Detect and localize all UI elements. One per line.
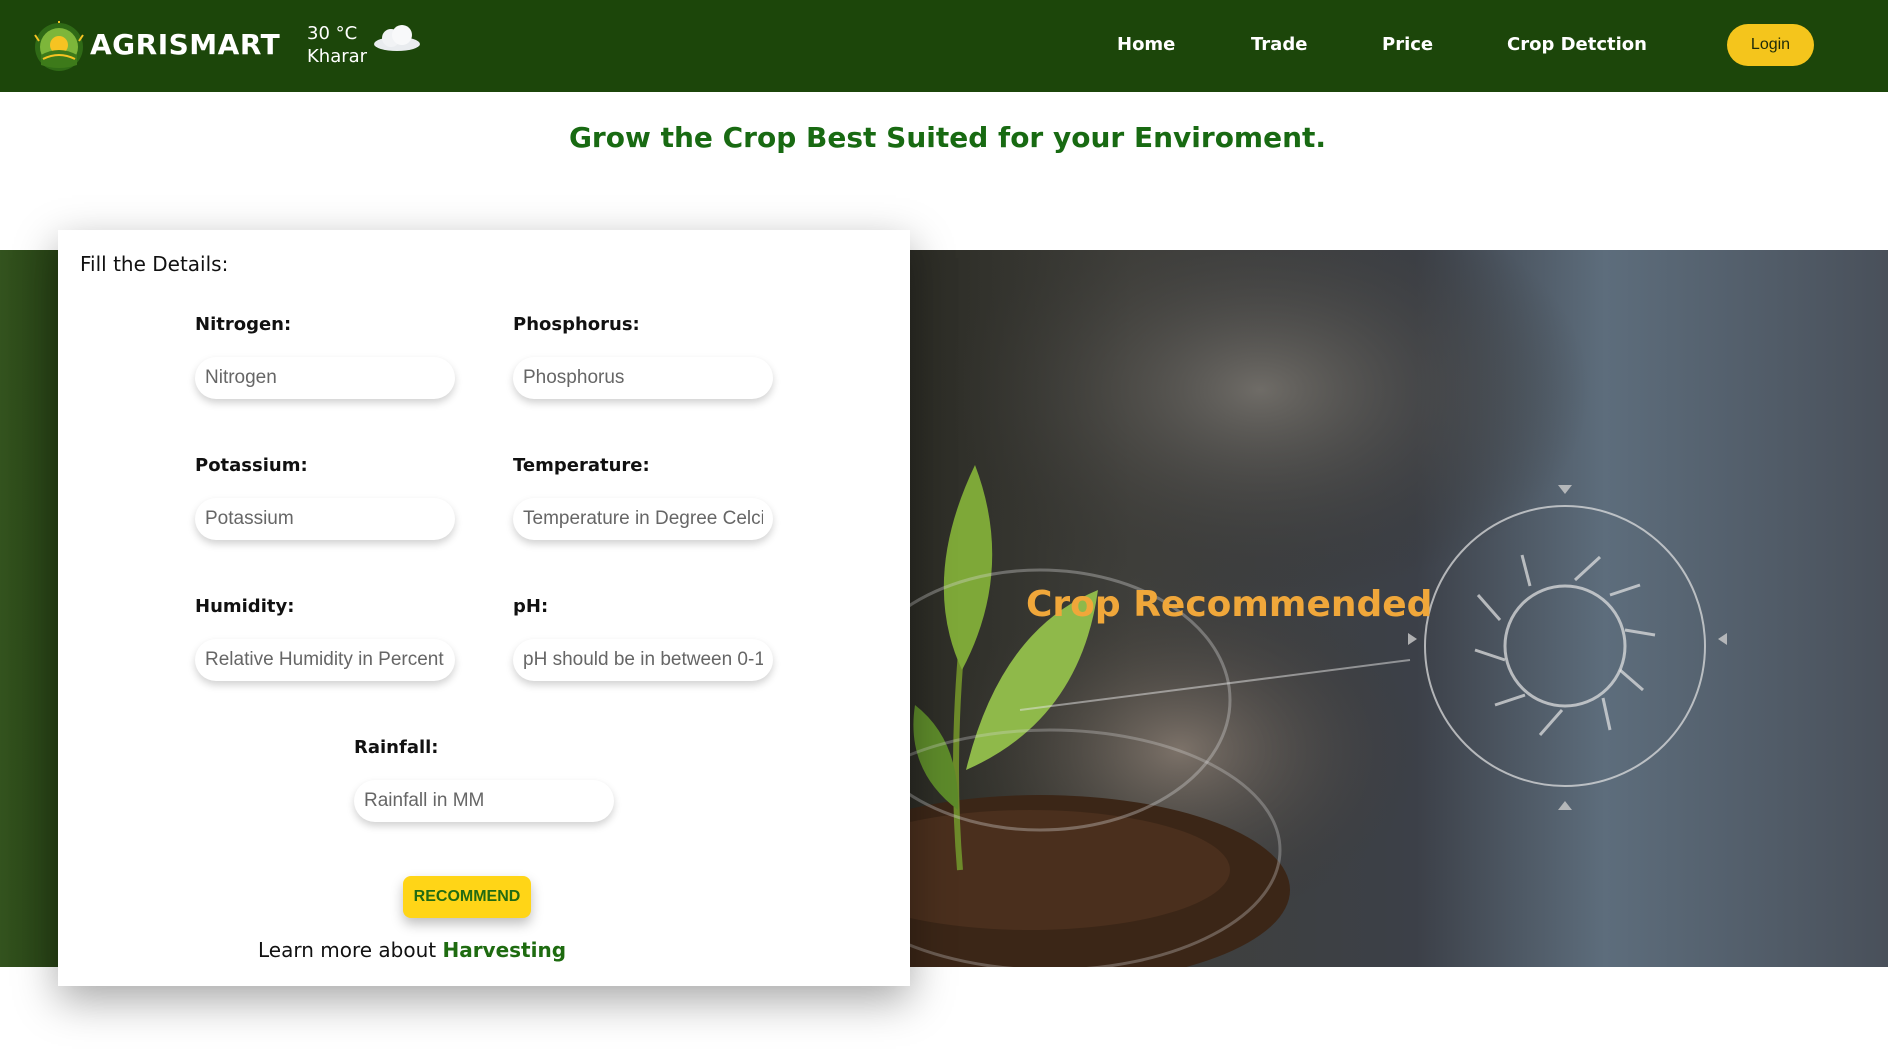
weather-temperature: 30 °C — [307, 23, 358, 44]
nitrogen-input[interactable] — [195, 357, 455, 399]
ph-input[interactable] — [513, 639, 773, 681]
phosphorus-input[interactable] — [513, 357, 773, 399]
weather-city: Kharar — [307, 46, 368, 67]
nav-crop-detection-link[interactable]: Crop Detction — [1507, 34, 1647, 55]
potassium-label: Potassium: — [195, 455, 308, 476]
navbar: AGRISMART 30 °C Kharar Home Trade Price … — [0, 0, 1888, 92]
nitrogen-label: Nitrogen: — [195, 314, 292, 335]
temperature-label: Temperature: — [513, 455, 650, 476]
learn-more-text: Learn more about — [257, 938, 437, 962]
recommend-button[interactable]: RECOMMEND — [403, 876, 531, 918]
cloud-icon — [374, 25, 420, 51]
rainfall-input[interactable] — [354, 780, 614, 822]
learn-more-line: Learn more about Harvesting — [58, 938, 766, 962]
temperature-input[interactable] — [513, 498, 773, 540]
nav-price-link[interactable]: Price — [1382, 34, 1433, 55]
ph-label: pH: — [513, 596, 549, 617]
weather-widget: 30 °C Kharar — [307, 22, 367, 68]
page-headline: Grow the Crop Best Suited for your Envir… — [568, 121, 1327, 154]
form-title: Fill the Details: — [80, 252, 229, 276]
crop-recommended-title: Crop Recommended — [1026, 584, 1433, 625]
potassium-input[interactable] — [195, 498, 455, 540]
humidity-input[interactable] — [195, 639, 455, 681]
phosphorus-label: Phosphorus: — [513, 314, 640, 335]
brand-name[interactable]: AGRISMART — [90, 28, 280, 61]
humidity-label: Humidity: — [195, 596, 295, 617]
crop-details-form: Fill the Details: Nitrogen: Phosphorus: … — [58, 230, 910, 986]
login-button[interactable]: Login — [1727, 24, 1814, 66]
agrismart-logo-icon[interactable] — [33, 21, 85, 73]
nav-home-link[interactable]: Home — [1117, 34, 1175, 55]
rainfall-label: Rainfall: — [354, 737, 439, 758]
nav-trade-link[interactable]: Trade — [1251, 34, 1307, 55]
harvesting-link[interactable]: Harvesting — [442, 938, 566, 962]
